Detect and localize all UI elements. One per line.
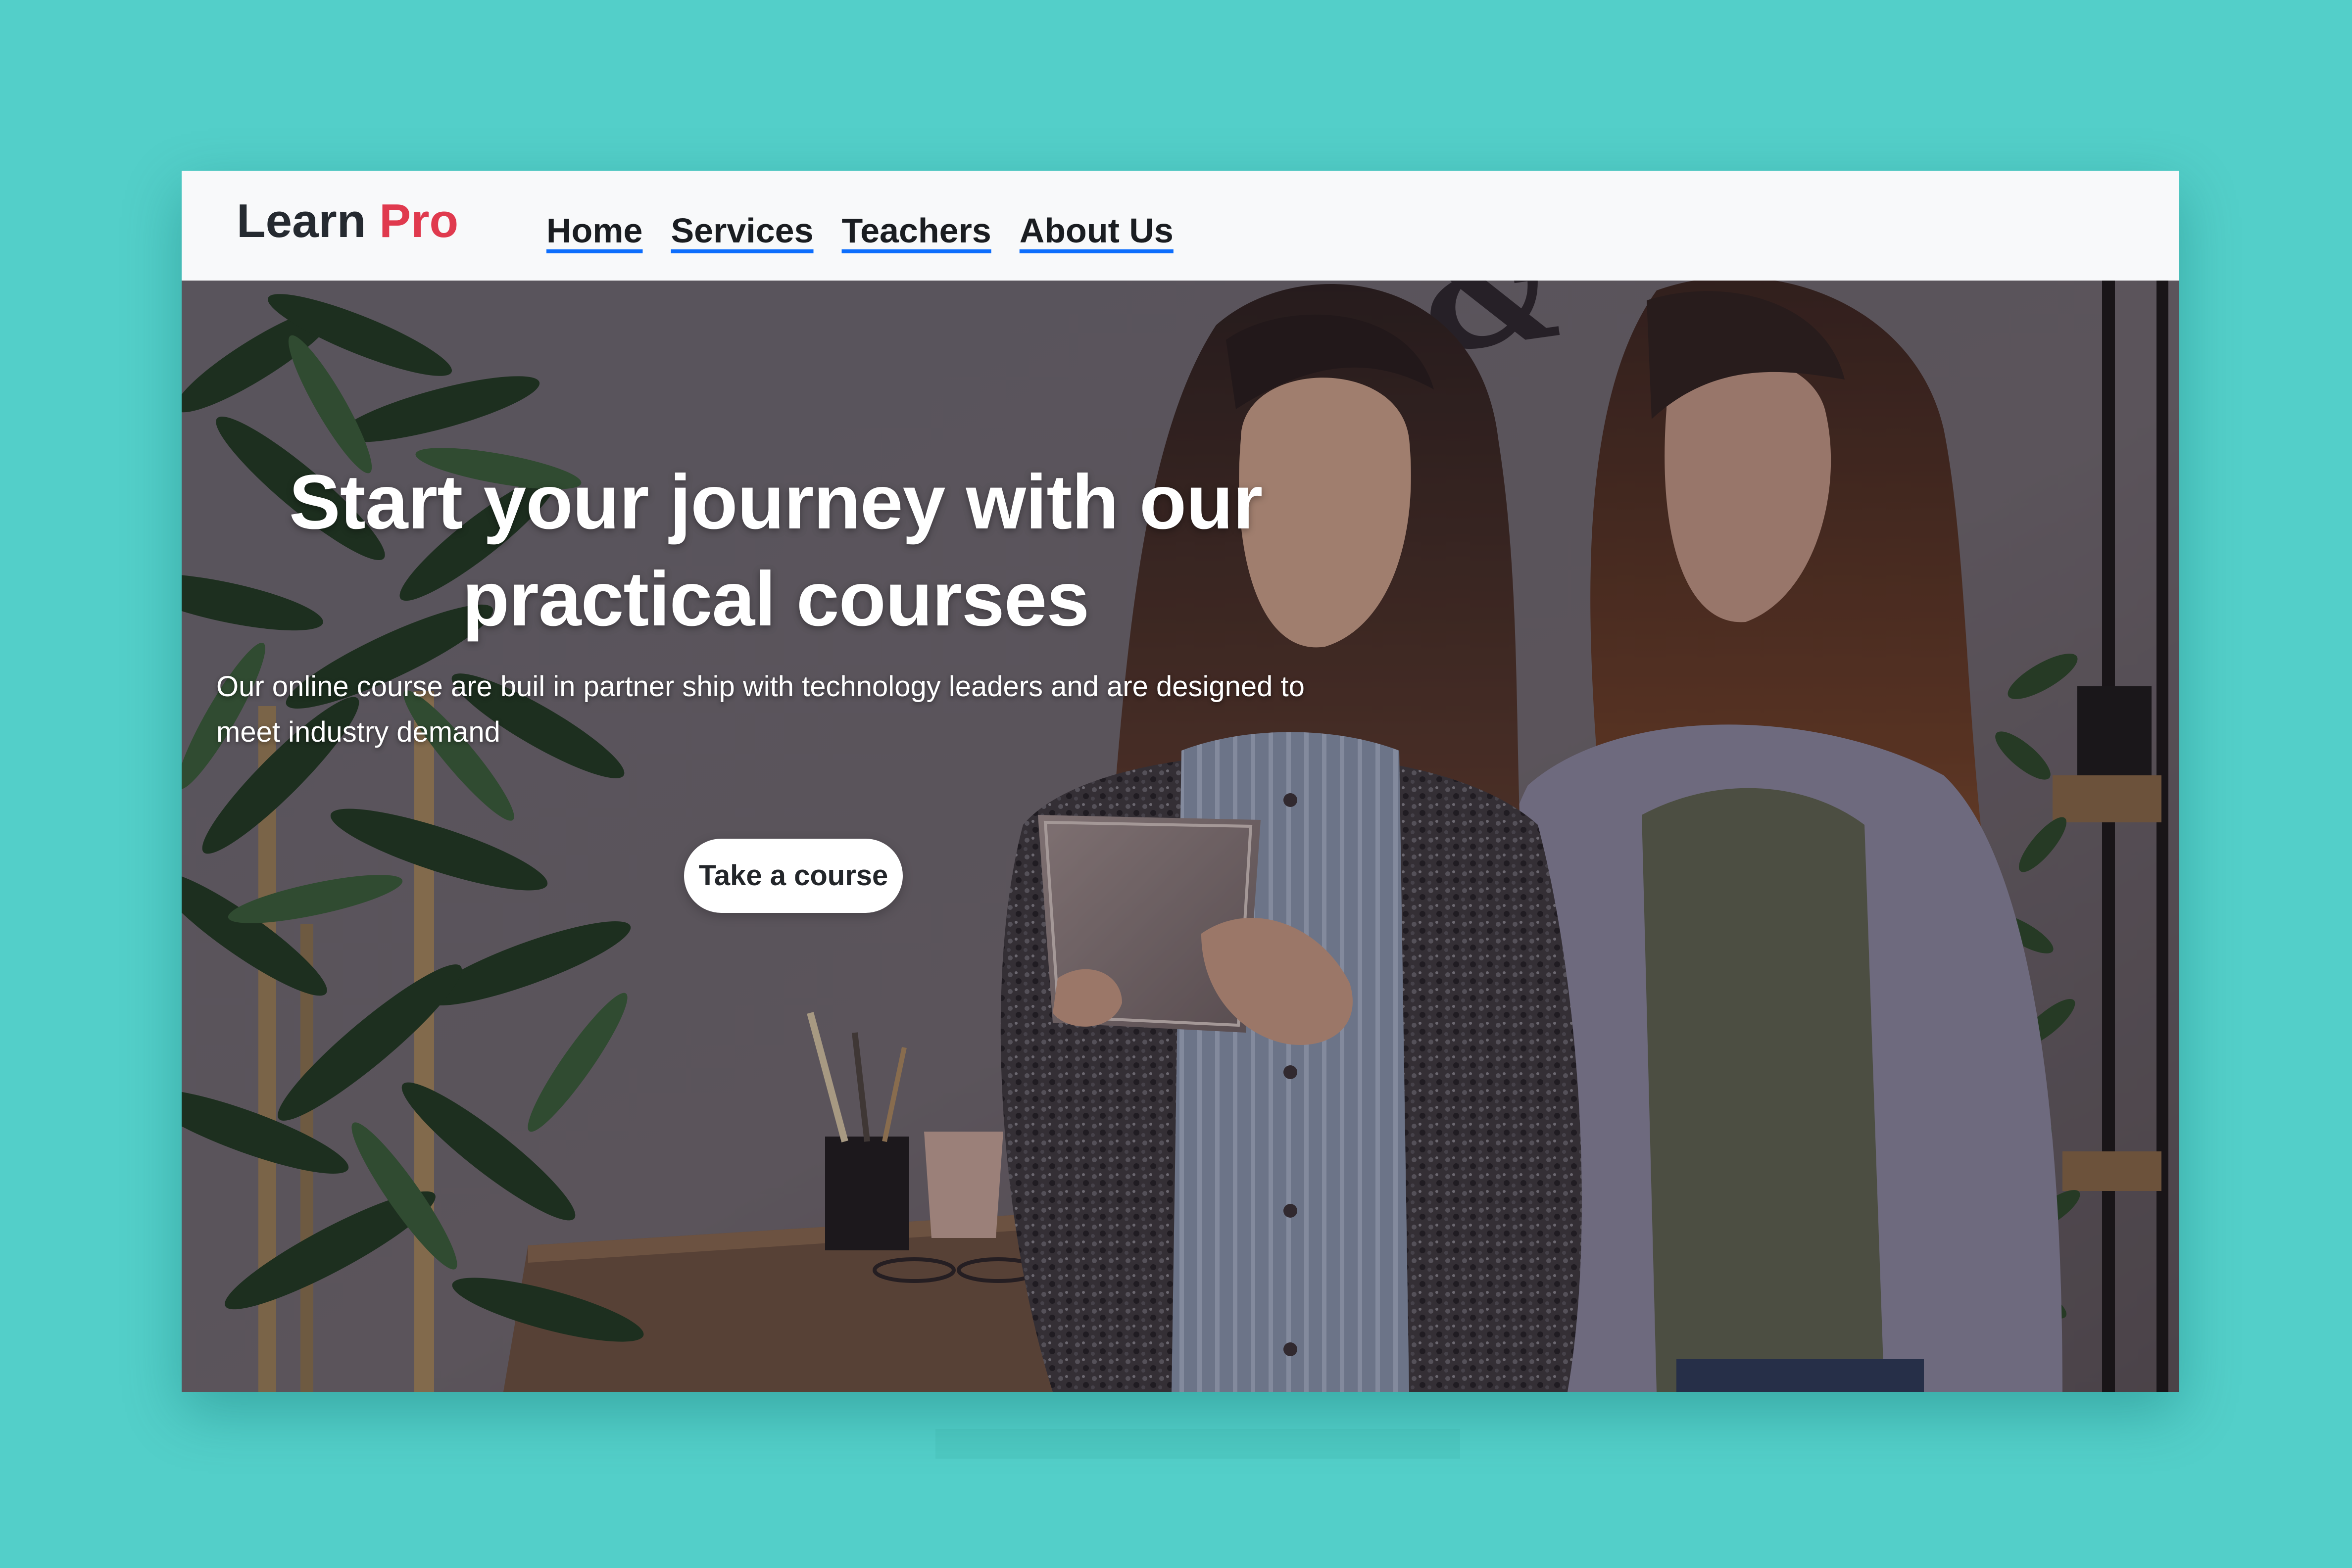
nav-link-home[interactable]: Home [546, 213, 642, 248]
hero-overlay [182, 281, 2179, 1392]
nav-link-about-us[interactable]: About Us [1020, 213, 1174, 248]
brand-name: Learn [237, 194, 366, 247]
main-nav: Home Services Teachers About Us [546, 193, 1174, 268]
hero-description: Our online course are buil in partner sh… [216, 670, 1305, 748]
nav-link-teachers[interactable]: Teachers [842, 213, 991, 248]
nav-link-services[interactable]: Services [671, 213, 813, 248]
browser-viewport: Learn Pro Home Services Teachers About U… [182, 171, 2179, 1392]
brand-logo[interactable]: Learn Pro [237, 182, 458, 261]
hero-title: Start your journey with our practical co… [289, 459, 1263, 642]
top-navbar: Learn Pro Home Services Teachers About U… [182, 171, 2179, 281]
hero-section: & Start your journey with our practical … [182, 281, 2179, 1392]
take-a-course-button[interactable]: Take a course [684, 839, 903, 913]
backdrop-strip [935, 1429, 1460, 1459]
screenshot-backdrop: Learn Pro Home Services Teachers About U… [0, 0, 2352, 1568]
brand-accent: Pro [379, 194, 459, 247]
